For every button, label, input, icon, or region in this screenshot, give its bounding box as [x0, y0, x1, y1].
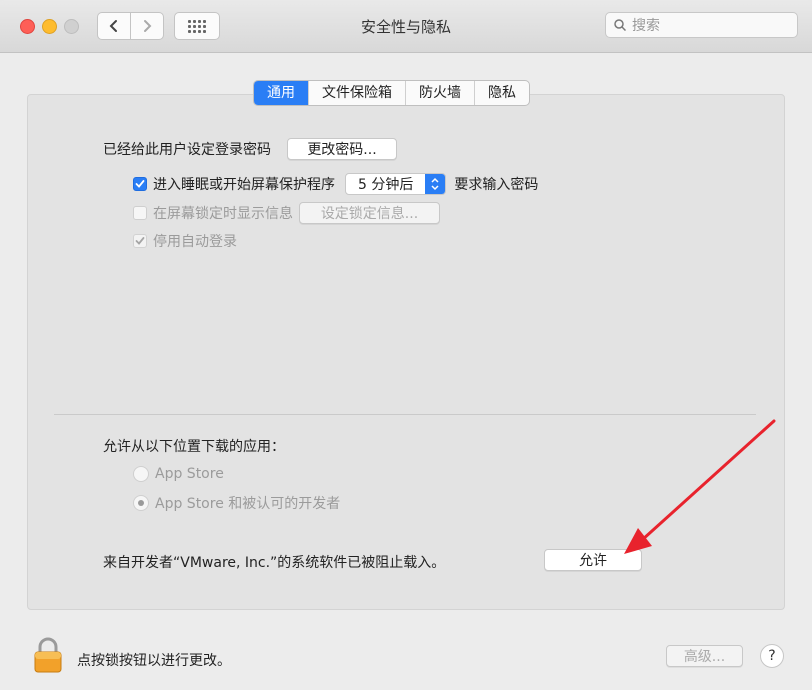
password-delay-popup[interactable]: 5 分钟后 [345, 173, 447, 195]
checkmark-icon [135, 237, 145, 245]
radio-identified-label: App Store 和被认可的开发者 [155, 496, 341, 512]
tab-bar: 通用 文件保险箱 防火墙 隐私 [253, 80, 530, 106]
tab-general[interactable]: 通用 [254, 81, 308, 105]
radio-app-store-identified[interactable] [133, 495, 149, 511]
advanced-button[interactable]: 高级... [666, 645, 743, 667]
set-lock-message-button[interactable]: 设定锁定信息... [299, 202, 440, 224]
radio-app-store-label: App Store [155, 466, 224, 482]
require-password-label: 进入睡眠或开始屏幕保护程序 [153, 177, 335, 193]
footer-bar: 点按锁按钮以进行更改。 高级... ? [0, 620, 812, 690]
allow-row: 允许 [544, 549, 642, 571]
allow-button[interactable]: 允许 [544, 549, 642, 571]
search-field[interactable]: 搜索 [605, 12, 798, 38]
require-password-checkbox[interactable] [133, 177, 147, 191]
show-message-checkbox[interactable] [133, 206, 147, 220]
title-bar: 安全性与隐私 搜索 [0, 0, 812, 53]
tab-privacy[interactable]: 隐私 [474, 81, 529, 105]
radio-identified-row: App Store 和被认可的开发者 [133, 493, 340, 513]
disable-autologin-checkbox[interactable] [133, 234, 147, 248]
disable-autologin-row: 停用自动登录 [133, 231, 237, 251]
lock-icon[interactable] [33, 636, 63, 674]
radio-app-store[interactable] [133, 466, 149, 482]
lock-text: 点按锁按钮以进行更改。 [77, 653, 231, 669]
show-message-label: 在屏幕锁定时显示信息 [153, 206, 293, 222]
general-pane [27, 94, 785, 610]
password-row: 已经给此用户设定登录密码 更改密码... [103, 138, 397, 160]
section-divider [54, 414, 756, 415]
tab-filevault[interactable]: 文件保险箱 [308, 81, 405, 105]
updown-chevron-icon [425, 174, 446, 194]
search-placeholder: 搜索 [632, 18, 660, 34]
search-icon [614, 19, 626, 31]
disable-autologin-label: 停用自动登录 [153, 234, 237, 250]
require-password-suffix: 要求输入密码 [454, 177, 539, 193]
show-message-row: 在屏幕锁定时显示信息 设定锁定信息... [133, 202, 440, 224]
require-password-row: 进入睡眠或开始屏幕保护程序 5 分钟后 要求输入密码 [133, 173, 538, 195]
change-password-button[interactable]: 更改密码... [287, 138, 397, 160]
blocked-message: 来自开发者“VMware, Inc.”的系统软件已被阻止载入。 [103, 555, 446, 571]
help-button[interactable]: ? [760, 644, 784, 668]
system-preferences-window: 安全性与隐私 搜索 通用 文件保险箱 防火墙 隐私 已经给此用户设定登录密码 更… [0, 0, 812, 690]
downloads-heading: 允许从以下位置下载的应用： [103, 439, 285, 455]
radio-app-store-row: App Store [133, 466, 224, 482]
password-delay-value: 5 分钟后 [358, 177, 414, 193]
tab-firewall[interactable]: 防火墙 [405, 81, 474, 105]
password-label: 已经给此用户设定登录密码 [103, 142, 271, 158]
checkmark-icon [135, 180, 145, 188]
